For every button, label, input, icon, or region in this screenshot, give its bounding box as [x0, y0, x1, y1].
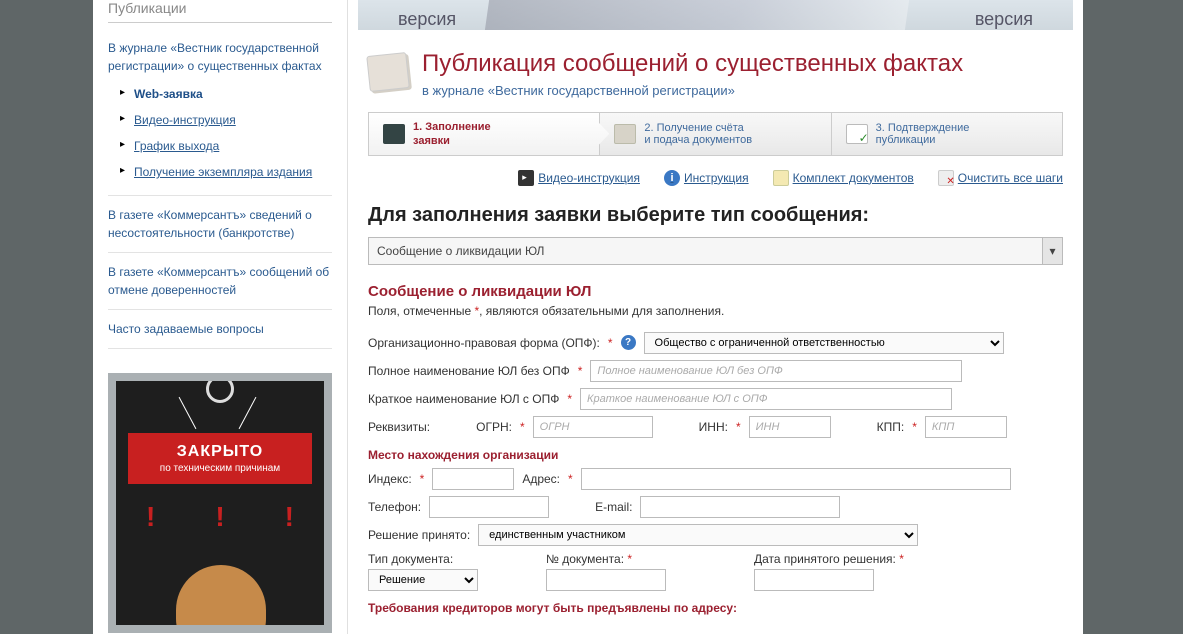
toolbar-docs[interactable]: Комплект документов [773, 170, 914, 186]
promo-sign: ЗАКРЫТО по техническим причинам [128, 433, 312, 484]
message-type-select[interactable]: Сообщение о ликвидации ЮЛ ▾ [368, 237, 1063, 265]
help-icon[interactable]: ? [621, 335, 636, 350]
toolbar-clear[interactable]: Очистить все шаги [938, 170, 1063, 186]
index-input[interactable] [432, 468, 514, 490]
docdate-input[interactable] [754, 569, 874, 591]
video-icon [518, 170, 534, 186]
sidebar-block-kommersant-poa[interactable]: В газете «Коммерсантъ» сообщений об отме… [108, 253, 332, 310]
toolbar-video[interactable]: Видео-инструкция [518, 170, 640, 186]
step-3[interactable]: 3. Подтверждениепубликации [832, 113, 1062, 155]
sidebar-link-schedule[interactable]: График выхода [134, 139, 219, 153]
chevron-down-icon: ▾ [1042, 238, 1062, 264]
form-heading: Сообщение о ликвидации ЮЛ [368, 283, 1063, 300]
location-heading: Место нахождения организации [368, 448, 1063, 462]
kpp-input[interactable] [925, 416, 1007, 438]
decision-select[interactable]: единственным участником [478, 524, 918, 546]
promo-closed[interactable]: ЗАКРЫТО по техническим причинам !!! [108, 373, 332, 633]
toolbar-instruction[interactable]: iИнструкция [664, 170, 749, 186]
shortname-label: Краткое наименование ЮЛ с ОПФ [368, 392, 559, 406]
requisites-label: Реквизиты: [368, 420, 430, 434]
fullname-label: Полное наименование ЮЛ без ОПФ [368, 364, 570, 378]
bill-icon [614, 124, 636, 144]
main: версия версия Публикация сообщений о сущ… [348, 0, 1083, 634]
sidebar-link-video[interactable]: Видео-инструкция [134, 113, 236, 127]
sidebar-link-getcopy[interactable]: Получение экземпляра издания [134, 165, 312, 179]
fullname-input[interactable] [590, 360, 962, 382]
page-subtitle: в журнале «Вестник государственной регис… [422, 83, 963, 98]
wizard-steps: 1. Заполнениезаявки 2. Получение счётаи … [368, 112, 1063, 156]
section-title: Для заполнения заявки выберите тип сообщ… [368, 204, 1063, 227]
phone-input[interactable] [429, 496, 549, 518]
toolbar: Видео-инструкция iИнструкция Комплект до… [368, 170, 1063, 186]
shortname-input[interactable] [580, 388, 952, 410]
docnum-input[interactable] [546, 569, 666, 591]
page-title: Публикация сообщений о существенных факт… [422, 50, 963, 79]
required-note: Поля, отмеченные *, являются обязательны… [368, 304, 1063, 318]
sidebar-faq[interactable]: Часто задаваемые вопросы [108, 310, 332, 349]
page-header: Публикация сообщений о существенных факт… [368, 50, 1063, 98]
creditors-heading: Требования кредиторов могут быть предъяв… [368, 601, 1063, 615]
laptop-icon [383, 124, 405, 144]
address-input[interactable] [581, 468, 1011, 490]
doctype-select[interactable]: Решение [368, 569, 478, 591]
sidebar-links: Web-заявка Видео-инструкция График выход… [120, 81, 332, 185]
clear-icon [938, 170, 954, 186]
confirm-icon [846, 124, 868, 144]
sidebar-block-kommersant-bankrupt[interactable]: В газете «Коммерсантъ» сведений о несост… [108, 196, 332, 253]
sidebar: Публикации В журнале «Вестник государств… [93, 0, 348, 634]
info-icon: i [664, 170, 680, 186]
opf-select[interactable]: Общество с ограниченной ответственностью [644, 332, 1004, 354]
step-1[interactable]: 1. Заполнениезаявки [369, 113, 600, 155]
sidebar-title: Публикации [108, 0, 332, 23]
sidebar-block-vestnik: В журнале «Вестник государственной регис… [108, 33, 332, 196]
email-input[interactable] [640, 496, 840, 518]
docs-icon [773, 170, 789, 186]
inn-input[interactable] [749, 416, 831, 438]
ogrn-input[interactable] [533, 416, 653, 438]
step-2[interactable]: 2. Получение счётаи подача документов [600, 113, 831, 155]
documents-icon [366, 52, 410, 92]
sidebar-link-web[interactable]: Web-заявка [134, 87, 203, 101]
top-banner: версия версия [358, 0, 1073, 30]
opf-label: Организационно-правовая форма (ОПФ): [368, 336, 600, 350]
